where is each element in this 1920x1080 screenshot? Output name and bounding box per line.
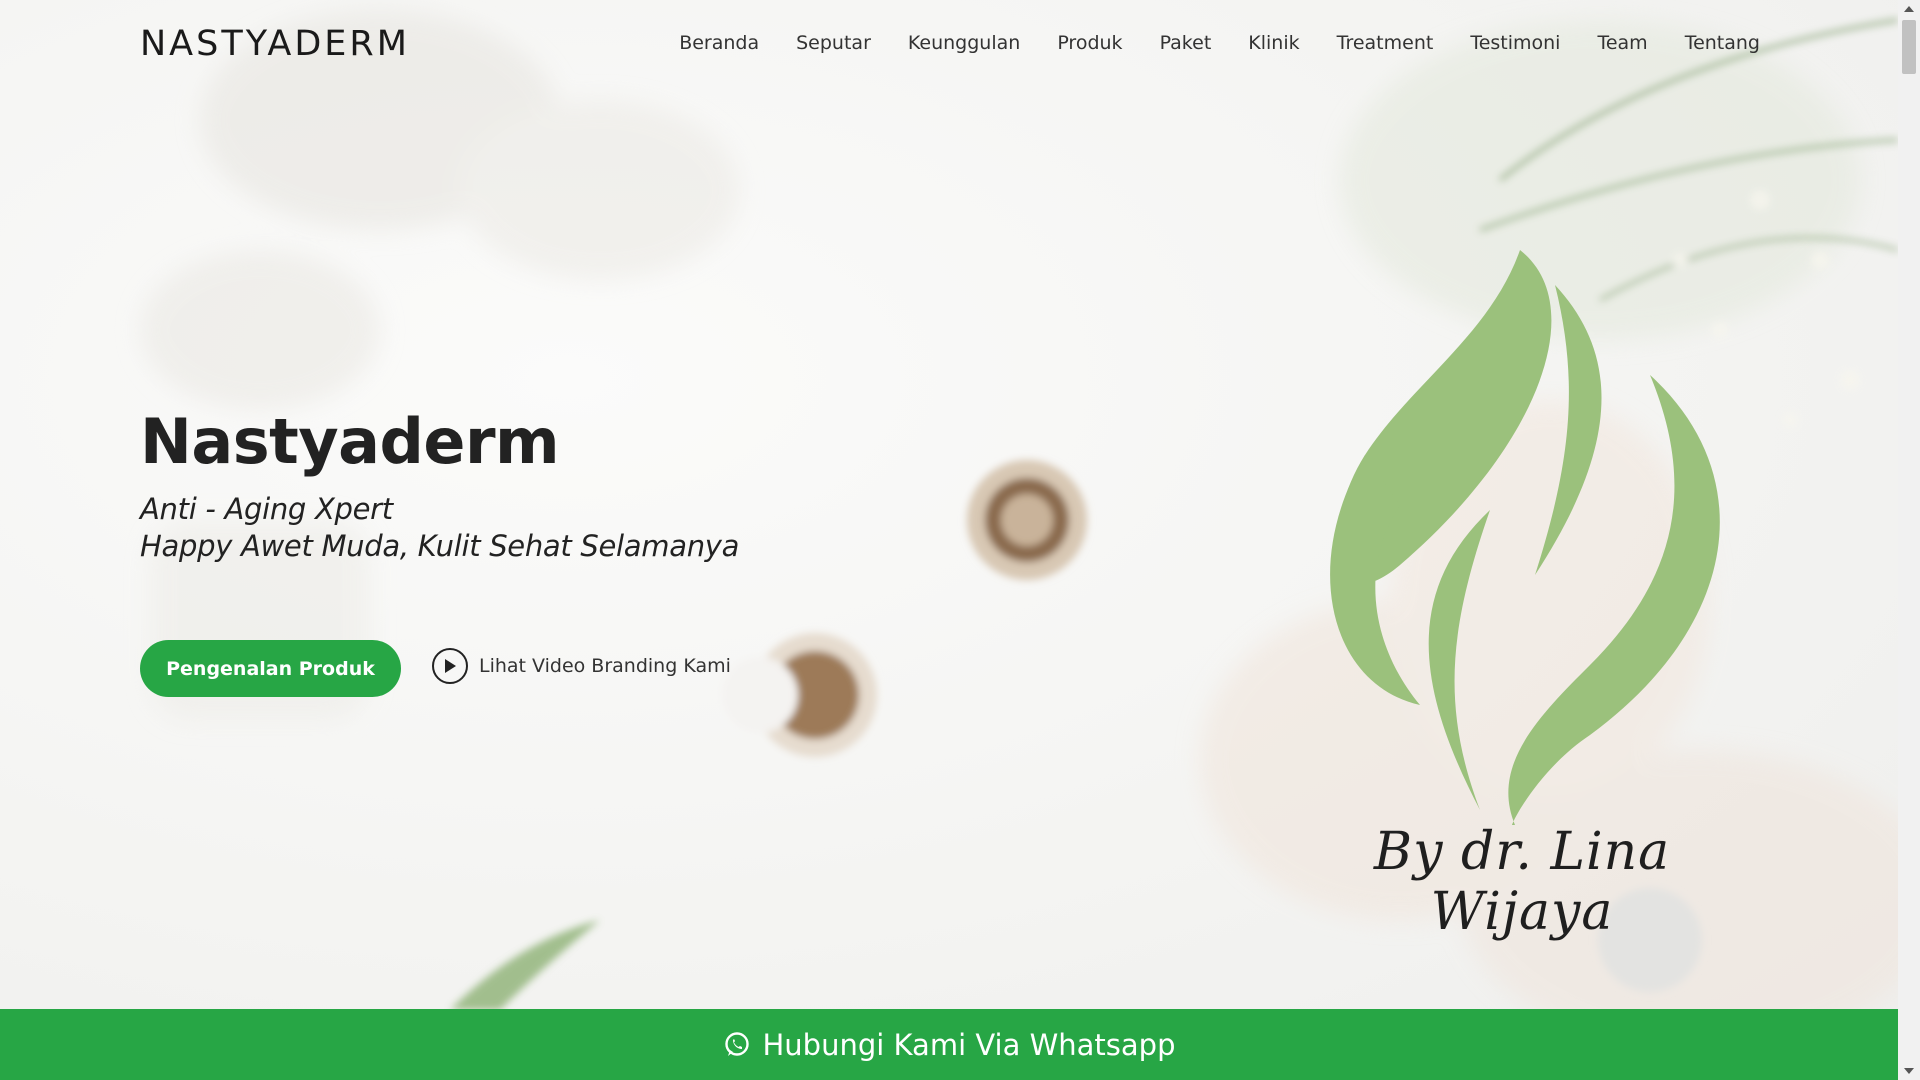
hero-title: Nastyaderm — [140, 405, 560, 478]
nav-item-produk[interactable]: Produk — [1057, 32, 1122, 54]
video-branding-label[interactable]: Lihat Video Branding Kami — [479, 655, 731, 677]
page-scrollbar[interactable] — [1898, 0, 1920, 1080]
scrollbar-thumb[interactable] — [1902, 20, 1916, 74]
scroll-down-arrow-icon[interactable] — [1904, 1068, 1914, 1074]
nav-item-seputar[interactable]: Seputar — [796, 32, 871, 54]
nav-item-beranda[interactable]: Beranda — [679, 32, 759, 54]
nav-item-tentang[interactable]: Tentang — [1685, 32, 1760, 54]
nav-item-testimoni[interactable]: Testimoni — [1470, 32, 1560, 54]
nav-item-team[interactable]: Team — [1597, 32, 1647, 54]
nav-item-keunggulan[interactable]: Keunggulan — [908, 32, 1020, 54]
hero-subtitle-line-1: Anti - Aging Xpert — [140, 492, 393, 526]
site-logo[interactable]: NASTYADERM — [140, 24, 410, 64]
hero-subtitle: Anti - Aging Xpert Happy Awet Muda, Kuli… — [140, 491, 739, 565]
product-intro-button[interactable]: Pengenalan Produk — [140, 640, 401, 697]
brand-leaf-logo — [1330, 250, 1720, 825]
nav-item-treatment[interactable]: Treatment — [1337, 32, 1434, 54]
nav-item-klinik[interactable]: Klinik — [1248, 32, 1299, 54]
page-viewport: NASTYADERM Beranda Seputar Keunggulan Pr… — [0, 0, 1898, 1080]
whatsapp-contact-bar[interactable]: Hubungi Kami Via Whatsapp — [0, 1009, 1898, 1080]
main-navigation: Beranda Seputar Keunggulan Produk Paket … — [642, 32, 1760, 54]
whatsapp-icon[interactable] — [723, 1031, 751, 1059]
whatsapp-contact-label[interactable]: Hubungi Kami Via Whatsapp — [763, 1028, 1176, 1062]
play-icon[interactable] — [432, 648, 468, 684]
nav-item-paket[interactable]: Paket — [1160, 32, 1212, 54]
video-branding-link[interactable]: Lihat Video Branding Kami — [432, 648, 731, 684]
scroll-up-arrow-icon[interactable] — [1904, 6, 1914, 12]
hero-subtitle-line-2: Happy Awet Muda, Kulit Sehat Selamanya — [140, 529, 740, 563]
brand-signature: By dr. Lina Wijaya — [1373, 822, 1671, 942]
